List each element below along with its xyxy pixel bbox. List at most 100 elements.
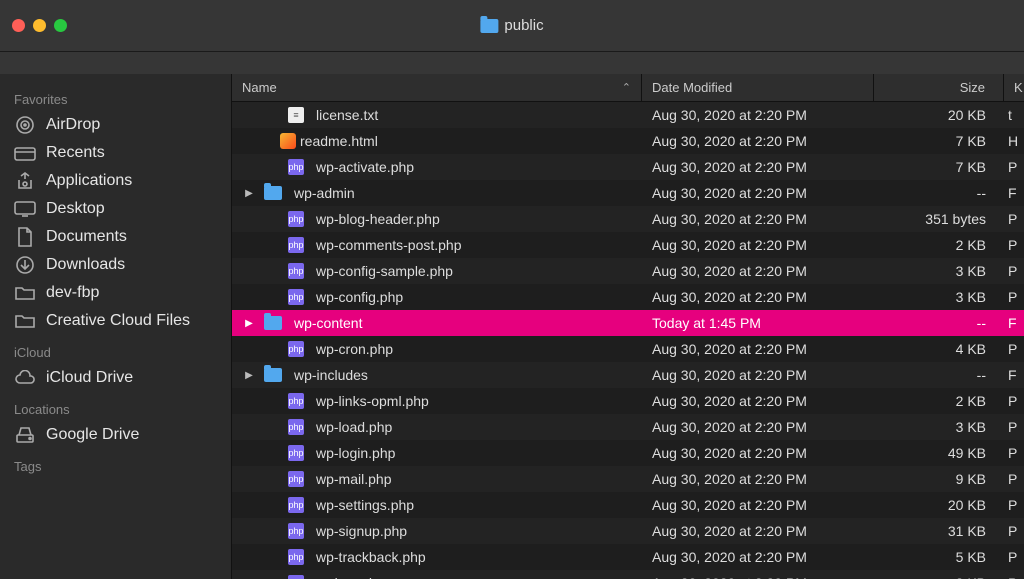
file-row[interactable]: ▶wp-adminAug 30, 2020 at 2:20 PM--F [232,180,1024,206]
file-size: 5 KB [874,549,1004,565]
sidebar-section-header: Tags [0,449,231,478]
column-headers: Name⌃ Date Modified Size K [232,74,1024,102]
file-size: 3 KB [874,575,1004,579]
sidebar-item-airdrop[interactable]: AirDrop [0,111,231,139]
file-kind: P [1004,211,1024,227]
file-kind: P [1004,341,1024,357]
file-size: -- [874,185,1004,201]
file-name: wp-includes [294,367,368,383]
maximize-window-button[interactable] [54,19,67,32]
file-name: wp-config.php [316,289,403,305]
file-name: wp-settings.php [316,497,414,513]
column-size[interactable]: Size [874,74,1004,101]
sidebar-item-downloads[interactable]: Downloads [0,251,231,279]
file-size: 9 KB [874,471,1004,487]
sidebar-item-label: iCloud Drive [46,369,133,387]
file-row[interactable]: phpwp-config-sample.phpAug 30, 2020 at 2… [232,258,1024,284]
file-name: wp-blog-header.php [316,211,440,227]
file-kind: F [1004,367,1024,383]
php-file-icon: php [288,159,304,175]
applications-icon [14,172,36,190]
file-row[interactable]: readme.htmlAug 30, 2020 at 2:20 PM7 KBH [232,128,1024,154]
file-date: Aug 30, 2020 at 2:20 PM [642,107,874,123]
close-window-button[interactable] [12,19,25,32]
file-date: Aug 30, 2020 at 2:20 PM [642,549,874,565]
file-row[interactable]: ≡license.txtAug 30, 2020 at 2:20 PM20 KB… [232,102,1024,128]
file-name: license.txt [316,107,378,123]
sidebar-section-header: iCloud [0,335,231,364]
php-file-icon: php [288,393,304,409]
file-size: 351 bytes [874,211,1004,227]
file-date: Aug 30, 2020 at 2:20 PM [642,263,874,279]
php-file-icon: php [288,497,304,513]
sidebar-item-recents[interactable]: Recents [0,139,231,167]
file-date: Aug 30, 2020 at 2:20 PM [642,419,874,435]
sidebar-item-icloud-drive[interactable]: iCloud Drive [0,364,231,392]
folder-icon [264,186,282,200]
php-file-icon: php [288,419,304,435]
file-kind: P [1004,159,1024,175]
file-kind: P [1004,445,1024,461]
file-row[interactable]: phpwp-config.phpAug 30, 2020 at 2:20 PM3… [232,284,1024,310]
file-date: Aug 30, 2020 at 2:20 PM [642,237,874,253]
file-size: 3 KB [874,289,1004,305]
drive-icon [14,426,36,444]
file-date: Today at 1:45 PM [642,315,874,331]
column-date[interactable]: Date Modified [642,74,874,101]
sidebar-section-header: Favorites [0,82,231,111]
sort-indicator-icon: ⌃ [622,81,631,94]
file-row[interactable]: phpwp-activate.phpAug 30, 2020 at 2:20 P… [232,154,1024,180]
file-date: Aug 30, 2020 at 2:20 PM [642,367,874,383]
file-size: 4 KB [874,341,1004,357]
file-name: wp-load.php [316,419,392,435]
file-kind: P [1004,575,1024,579]
file-row[interactable]: ▶ wp-includes Aug 30, 2020 at 2:20 PM--F [232,362,1024,388]
minimize-window-button[interactable] [33,19,46,32]
file-kind: F [1004,315,1024,331]
file-date: Aug 30, 2020 at 2:20 PM [642,523,874,539]
window-controls [12,19,67,32]
file-name: wp-login.php [316,445,395,461]
file-row[interactable]: phpwp-comments-post.phpAug 30, 2020 at 2… [232,232,1024,258]
sidebar-item-documents[interactable]: Documents [0,223,231,251]
file-row[interactable]: ▶wp-contentToday at 1:45 PM--F [232,310,1024,336]
php-file-icon: php [288,471,304,487]
sidebar-item-creative-cloud-files[interactable]: Creative Cloud Files [0,307,231,335]
sidebar-item-applications[interactable]: Applications [0,167,231,195]
file-kind: P [1004,471,1024,487]
file-date: Aug 30, 2020 at 2:20 PM [642,445,874,461]
file-name: wp-mail.php [316,471,391,487]
file-row[interactable]: php wp-load.php Aug 30, 2020 at 2:20 PM3 K… [232,414,1024,440]
file-size: -- [874,367,1004,383]
disclosure-triangle-icon[interactable]: ▶ [242,188,256,199]
file-name: wp-comments-post.php [316,237,462,253]
file-date: Aug 30, 2020 at 2:20 PM [642,575,874,579]
sidebar-item-dev-fbp[interactable]: dev-fbp [0,279,231,307]
sidebar-item-desktop[interactable]: Desktop [0,195,231,223]
file-size: 31 KB [874,523,1004,539]
file-row[interactable]: phpxmlrpc.phpAug 30, 2020 at 2:20 PM3 KB… [232,570,1024,579]
sidebar-item-label: Desktop [46,200,105,218]
file-size: -- [874,315,1004,331]
disclosure-triangle-icon[interactable]: ▶ [242,370,256,381]
file-size: 3 KB [874,419,1004,435]
sidebar-item-google-drive[interactable]: Google Drive [0,421,231,449]
file-row[interactable]: phpwp-trackback.phpAug 30, 2020 at 2:20 … [232,544,1024,570]
file-kind: F [1004,185,1024,201]
file-row[interactable]: phpwp-links-opml.phpAug 30, 2020 at 2:20… [232,388,1024,414]
column-name[interactable]: Name⌃ [232,74,642,101]
column-kind[interactable]: K [1004,74,1024,101]
file-row[interactable]: phpwp-signup.phpAug 30, 2020 at 2:20 PM3… [232,518,1024,544]
file-kind: P [1004,523,1024,539]
file-row[interactable]: phpwp-settings.phpAug 30, 2020 at 2:20 P… [232,492,1024,518]
file-size: 2 KB [874,237,1004,253]
file-row[interactable]: phpwp-login.phpAug 30, 2020 at 2:20 PM49… [232,440,1024,466]
disclosure-triangle-icon[interactable]: ▶ [242,318,256,329]
file-date: Aug 30, 2020 at 2:20 PM [642,133,874,149]
file-name: wp-activate.php [316,159,414,175]
php-file-icon: php [288,263,304,279]
file-row[interactable]: phpwp-blog-header.phpAug 30, 2020 at 2:2… [232,206,1024,232]
file-row[interactable]: phpwp-cron.phpAug 30, 2020 at 2:20 PM4 K… [232,336,1024,362]
file-row[interactable]: phpwp-mail.phpAug 30, 2020 at 2:20 PM9 K… [232,466,1024,492]
file-kind: t [1004,107,1024,123]
